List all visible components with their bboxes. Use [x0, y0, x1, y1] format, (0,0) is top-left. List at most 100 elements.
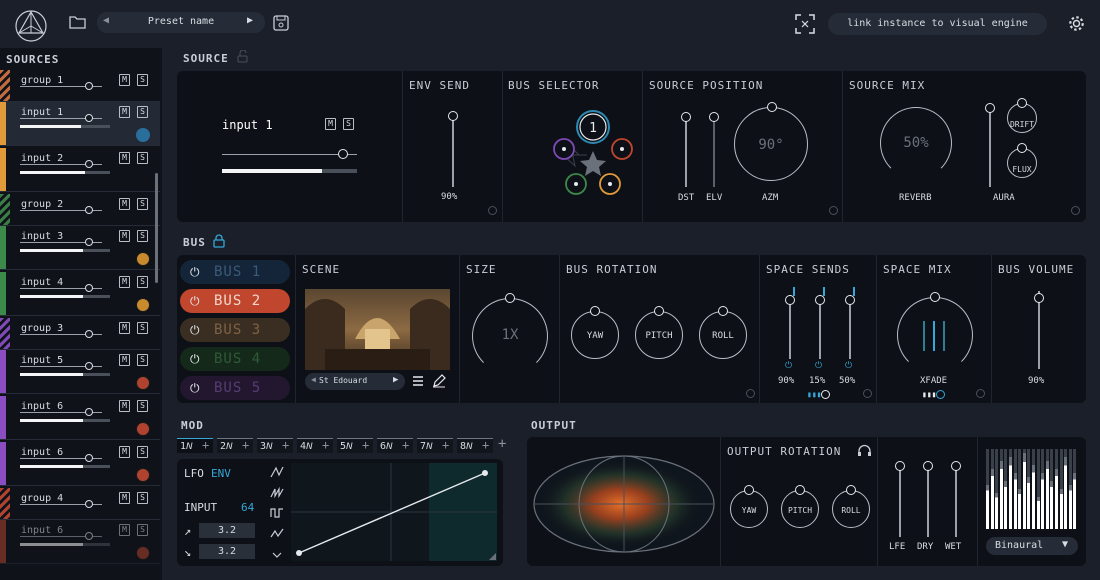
flux-thumb[interactable] — [1017, 143, 1027, 153]
add-icon[interactable]: + — [402, 438, 409, 453]
bus-volume-thumb[interactable] — [1034, 293, 1044, 303]
link-icon[interactable] — [829, 206, 838, 215]
source-pan-thumb[interactable] — [338, 149, 348, 159]
mute-button[interactable]: M — [119, 446, 130, 458]
solo-button[interactable]: S — [137, 276, 148, 288]
wet-slider[interactable] — [955, 465, 957, 537]
add-icon[interactable]: + — [282, 438, 289, 453]
link-icon[interactable] — [976, 389, 985, 398]
next-preset-icon[interactable]: ▶ — [247, 15, 253, 26]
bus-selector-pentagon[interactable]: 1 — [523, 103, 633, 203]
mute-button[interactable]: M — [119, 322, 130, 334]
source-mute-button[interactable]: M — [325, 118, 336, 130]
mute-button[interactable]: M — [119, 198, 130, 210]
pan-thumb[interactable] — [85, 500, 93, 508]
prev-scene-icon[interactable]: ◀ — [311, 375, 316, 384]
mute-button[interactable]: M — [119, 230, 130, 242]
bus-color-dot[interactable] — [136, 128, 150, 142]
mute-button[interactable]: M — [119, 152, 130, 164]
input-value[interactable]: 64 — [241, 501, 254, 514]
solo-button[interactable]: S — [137, 400, 148, 412]
lfo-tab-2[interactable]: 2𝘕 + — [217, 438, 253, 453]
output-mode-dropdown[interactable]: Binaural ▼ — [986, 537, 1078, 555]
power-icon[interactable]: ⏻ — [845, 361, 852, 371]
bus-color-dot[interactable] — [136, 376, 150, 390]
pan-thumb[interactable] — [85, 206, 93, 214]
azimuth-thumb[interactable] — [767, 102, 777, 112]
bus-color-dot[interactable] — [136, 298, 150, 312]
env-send-thumb[interactable] — [448, 111, 458, 121]
solo-button[interactable]: S — [137, 446, 148, 458]
output-roll-thumb[interactable] — [846, 485, 856, 495]
add-icon[interactable]: + — [322, 438, 329, 453]
yaw-thumb[interactable] — [590, 306, 600, 316]
lfo-tab-3[interactable]: 3𝘕 + — [257, 438, 293, 453]
rise-input[interactable]: 3.2 — [199, 523, 255, 538]
source-row[interactable]: input 2 M S — [0, 148, 160, 192]
lfe-slider[interactable] — [899, 465, 901, 537]
aura-slider[interactable] — [989, 105, 991, 187]
next-scene-icon[interactable]: ▶ — [393, 375, 398, 385]
mute-button[interactable]: M — [119, 354, 130, 366]
distance-slider[interactable] — [685, 115, 687, 187]
env-send-slider[interactable] — [452, 113, 454, 187]
link-icon[interactable] — [746, 389, 755, 398]
fullscreen-icon[interactable] — [795, 14, 815, 34]
source-row[interactable]: input 4 M S — [0, 272, 160, 316]
source-row[interactable]: group 2 M S — [0, 194, 160, 226]
bus-color-dot[interactable] — [136, 422, 150, 436]
edit-icon[interactable] — [432, 374, 446, 388]
pitch-thumb[interactable] — [654, 306, 664, 316]
power-icon[interactable]: ⏻ — [815, 361, 822, 371]
bus-button-3[interactable]: ⏻ BUS 3 — [180, 318, 290, 342]
bars-icon[interactable]: ▮▮▮ — [922, 390, 936, 399]
add-icon[interactable]: + — [202, 438, 209, 453]
bus-button-5[interactable]: ⏻ BUS 5 — [180, 376, 290, 400]
bus-button-4[interactable]: ⏻ BUS 4 — [180, 347, 290, 371]
source-solo-button[interactable]: S — [343, 118, 354, 130]
solo-button[interactable]: S — [137, 106, 148, 118]
distance-thumb[interactable] — [681, 112, 691, 122]
size-thumb[interactable] — [505, 293, 515, 303]
solo-button[interactable]: S — [137, 322, 148, 334]
xfade-thumb[interactable] — [930, 292, 940, 302]
pan-thumb[interactable] — [85, 114, 93, 122]
dry-thumb[interactable] — [923, 461, 933, 471]
lfe-thumb[interactable] — [895, 461, 905, 471]
mute-button[interactable]: M — [119, 74, 130, 86]
add-lfo-button[interactable]: + — [498, 436, 506, 452]
list-icon[interactable] — [412, 375, 424, 387]
unlocked-icon[interactable] — [237, 50, 248, 63]
xfade-knob[interactable] — [897, 297, 973, 373]
space-send-2-thumb[interactable] — [815, 295, 825, 305]
pan-thumb[interactable] — [85, 330, 93, 338]
headphones-icon[interactable] — [857, 444, 872, 457]
elevation-slider[interactable] — [713, 115, 715, 187]
output-pitch-thumb[interactable] — [795, 485, 805, 495]
lfo-tab-6[interactable]: 6𝘕 + — [377, 438, 413, 453]
envelope-graph[interactable] — [291, 463, 497, 561]
bus-color-dot[interactable] — [136, 468, 150, 482]
source-row[interactable]: input 6 M S — [0, 396, 160, 440]
link-icon[interactable] — [1071, 206, 1080, 215]
aura-thumb[interactable] — [985, 103, 995, 113]
lfo-tab-4[interactable]: 4𝘕 + — [297, 438, 333, 453]
source-row[interactable]: input 3 M S — [0, 226, 160, 270]
source-row[interactable]: input 6 M S — [0, 442, 160, 486]
env-label[interactable]: ENV — [211, 467, 231, 480]
lfo-tab-5[interactable]: 5𝘕 + — [337, 438, 373, 453]
source-row[interactable]: group 4 M S — [0, 488, 160, 520]
add-icon[interactable]: + — [442, 438, 449, 453]
elevation-thumb[interactable] — [709, 112, 719, 122]
bus-color-dot[interactable] — [136, 546, 150, 560]
preset-selector[interactable]: ◀ Preset name ▶ — [97, 12, 265, 33]
lfo-tab-7[interactable]: 7𝘕 + — [417, 438, 453, 453]
mute-button[interactable]: M — [119, 400, 130, 412]
link-icon[interactable] — [488, 206, 497, 215]
pan-thumb[interactable] — [85, 454, 93, 462]
solo-button[interactable]: S — [137, 230, 148, 242]
lfo-tab-8[interactable]: 8𝘕 + — [457, 438, 493, 453]
mute-button[interactable]: M — [119, 276, 130, 288]
mute-button[interactable]: M — [119, 106, 130, 118]
dry-slider[interactable] — [927, 465, 929, 537]
